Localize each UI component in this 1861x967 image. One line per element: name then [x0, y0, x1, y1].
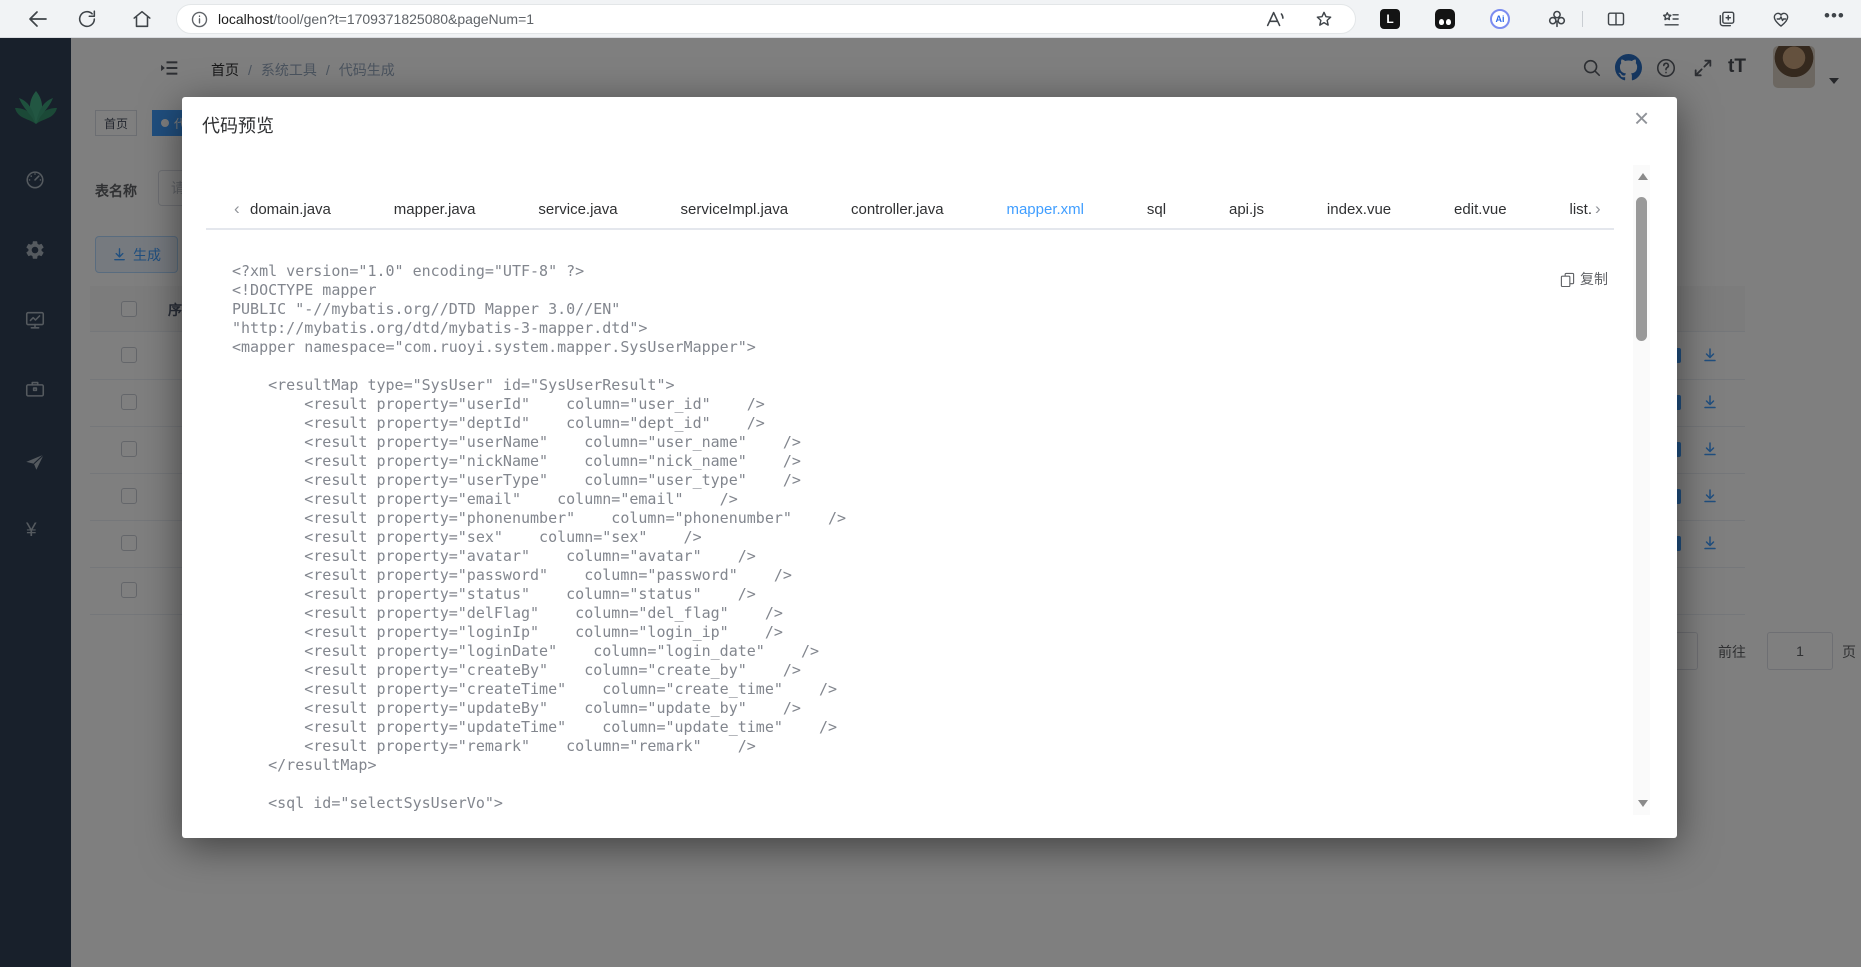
- tabs-next-icon[interactable]: ›: [1595, 200, 1601, 217]
- tab-service-java[interactable]: service.java: [538, 190, 617, 230]
- languagetool-ext-icon[interactable]: L: [1380, 9, 1400, 29]
- copy-icon: [1560, 272, 1575, 287]
- dots-ext-icon[interactable]: [1435, 9, 1455, 29]
- collections-icon[interactable]: [1717, 9, 1737, 29]
- tab-index-vue[interactable]: index.vue: [1327, 190, 1391, 230]
- tab-mapper-xml[interactable]: mapper.xml: [1006, 190, 1084, 230]
- tab-serviceimpl-java[interactable]: serviceImpl.java: [681, 190, 789, 230]
- toolbar-divider: [1582, 11, 1583, 27]
- tab-list-vue[interactable]: list.: [1570, 190, 1593, 230]
- info-icon[interactable]: [191, 11, 208, 28]
- home-icon[interactable]: [131, 8, 153, 30]
- tab-sql[interactable]: sql: [1147, 190, 1166, 230]
- scroll-down-icon[interactable]: [1638, 800, 1648, 807]
- favorite-star-icon[interactable]: [1314, 9, 1334, 29]
- scroll-up-icon[interactable]: [1638, 173, 1648, 180]
- more-icon[interactable]: •••: [1824, 6, 1845, 26]
- copy-button[interactable]: 复制: [1560, 269, 1608, 289]
- tab-edit-vue[interactable]: edit.vue: [1454, 190, 1507, 230]
- refresh-icon[interactable]: [76, 8, 98, 30]
- dialog-title: 代码预览: [202, 116, 274, 136]
- tab-api-js[interactable]: api.js: [1229, 190, 1264, 230]
- read-aloud-icon[interactable]: [1264, 8, 1286, 30]
- scrollbar-thumb[interactable]: [1636, 197, 1647, 341]
- code-preview-dialog: 代码预览 × ‹ domain.java mapper.java service…: [182, 97, 1677, 838]
- tab-domain-java[interactable]: domain.java: [250, 190, 331, 230]
- file-tabs: domain.java mapper.java service.java ser…: [250, 190, 1592, 230]
- ai-ext-icon[interactable]: Ai: [1490, 9, 1510, 29]
- tab-controller-java[interactable]: controller.java: [851, 190, 944, 230]
- screen: localhost/tool/gen?t=1709371825080&pageN…: [0, 0, 1861, 967]
- favorites-bar-icon[interactable]: [1661, 9, 1681, 29]
- close-icon[interactable]: ×: [1634, 105, 1649, 131]
- split-screen-icon[interactable]: [1606, 9, 1626, 29]
- code-content: <?xml version="1.0" encoding="UTF-8" ?> …: [232, 262, 847, 812]
- url-text: localhost/tool/gen?t=1709371825080&pageN…: [218, 11, 534, 27]
- back-icon[interactable]: [26, 7, 50, 31]
- url-path: /tool/gen?t=1709371825080&pageNum=1: [273, 11, 535, 27]
- clover-ext-icon[interactable]: [1546, 8, 1568, 30]
- tabs-prev-icon[interactable]: ‹: [234, 200, 240, 217]
- browser-essentials-icon[interactable]: [1771, 9, 1791, 29]
- dialog-scrollbar[interactable]: [1633, 165, 1650, 815]
- address-bar[interactable]: localhost/tool/gen?t=1709371825080&pageN…: [176, 4, 1356, 34]
- tab-mapper-java[interactable]: mapper.java: [394, 190, 476, 230]
- url-host: localhost: [218, 11, 274, 27]
- tabs-divider: [206, 228, 1614, 230]
- browser-toolbar: localhost/tool/gen?t=1709371825080&pageN…: [0, 0, 1861, 38]
